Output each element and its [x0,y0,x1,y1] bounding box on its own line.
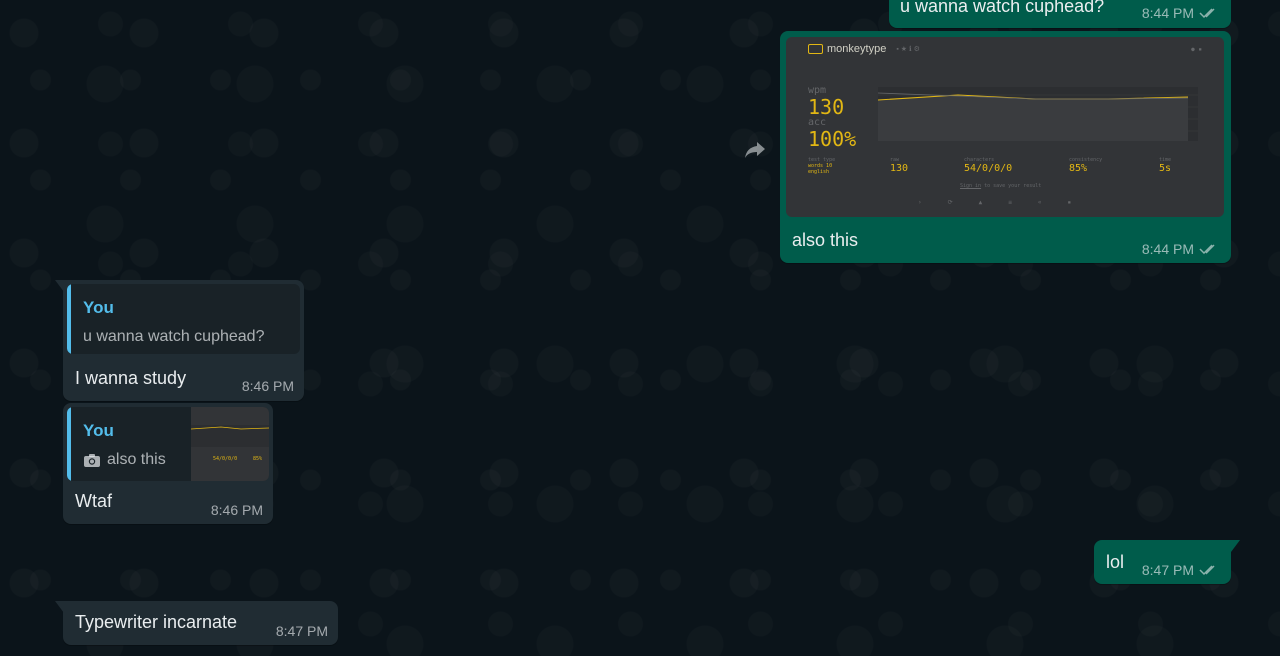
image-caption: also this [792,230,859,250]
message-incoming[interactable]: You also this 54/0/0/0 85% Wtaf 8:46 PM [63,403,273,524]
message-incoming[interactable]: You u wanna watch cuphead? I wanna study… [63,280,304,401]
user-icons: ● ▪ [1191,46,1202,53]
camera-icon [84,453,100,467]
sign-in-link[interactable]: Sign in [960,183,981,189]
acc-value: 100% [808,127,857,151]
quote-accent-bar [67,407,71,481]
message-time: 8:44 PM [1141,241,1194,257]
nav-icons: ▪ ★ ℹ ⚙ [896,46,920,53]
bubble-tail [1231,540,1240,552]
message-text: lol [1106,552,1125,572]
message-outgoing[interactable]: u wanna watch cuphead? 8:44 PM [889,0,1231,28]
quote-text-line: also this [83,451,166,469]
message-incoming[interactable]: Typewriter incarnate 8:47 PM [63,601,338,645]
message-image[interactable]: monkeytype ▪ ★ ℹ ⚙ ● ▪ wpm 130 acc 100% … [786,37,1224,217]
message-text: Wtaf [75,491,113,511]
sign-in-text: to save your result [984,183,1042,189]
thumb-characters: 54/0/0/0 [213,456,238,462]
wpm-graph [878,87,1198,141]
message-outgoing[interactable]: lol 8:47 PM [1094,540,1231,584]
keyboard-icon [808,44,823,54]
forward-icon[interactable] [740,134,770,164]
read-double-check-icon [1199,8,1215,19]
message-text: u wanna watch cuphead? [900,0,1105,16]
message-text: Typewriter incarnate [75,612,238,632]
message-time: 8:46 PM [210,502,263,518]
result-action-icons: ›⟳▲≡«▪ [918,199,1098,206]
thumb-consistency: 85% [253,456,263,462]
quoted-message[interactable]: You also this 54/0/0/0 85% [67,407,269,481]
characters-value: 54/0/0/0 [964,163,1013,174]
read-double-check-icon [1199,565,1215,576]
wpm-value: 130 [808,95,845,119]
quote-text: also this [107,451,166,468]
read-double-check-icon [1199,244,1215,255]
quote-accent-bar [67,284,71,354]
message-time: 8:47 PM [275,623,328,639]
monkeytype-logo: monkeytype ▪ ★ ℹ ⚙ [808,43,920,55]
app-name: monkeytype [827,43,887,55]
quote-thumbnail: 54/0/0/0 85% [191,407,269,481]
quoted-message[interactable]: You u wanna watch cuphead? [67,284,300,354]
message-time: 8:47 PM [1141,562,1194,578]
bubble-tail [55,601,64,613]
quote-author: You [83,298,114,317]
raw-value: 130 [890,163,909,174]
message-time: 8:44 PM [1141,5,1194,21]
sign-in-line: Sign in to save your result [960,183,1041,189]
quote-author: You [83,421,114,440]
message-text: I wanna study [75,368,187,388]
bubble-tail [55,280,64,292]
message-meta: 8:44 PM [1142,241,1219,257]
time-value: 5s [1159,163,1172,174]
test-type-value-2: english [808,169,830,175]
message-outgoing-image[interactable]: monkeytype ▪ ★ ℹ ⚙ ● ▪ wpm 130 acc 100% … [780,31,1231,263]
message-meta: 8:47 PM [1142,562,1219,578]
quote-text: u wanna watch cuphead? [83,328,265,345]
message-time: 8:46 PM [241,378,294,394]
consistency-value: 85% [1069,163,1088,174]
message-meta: 8:44 PM [1142,5,1219,21]
